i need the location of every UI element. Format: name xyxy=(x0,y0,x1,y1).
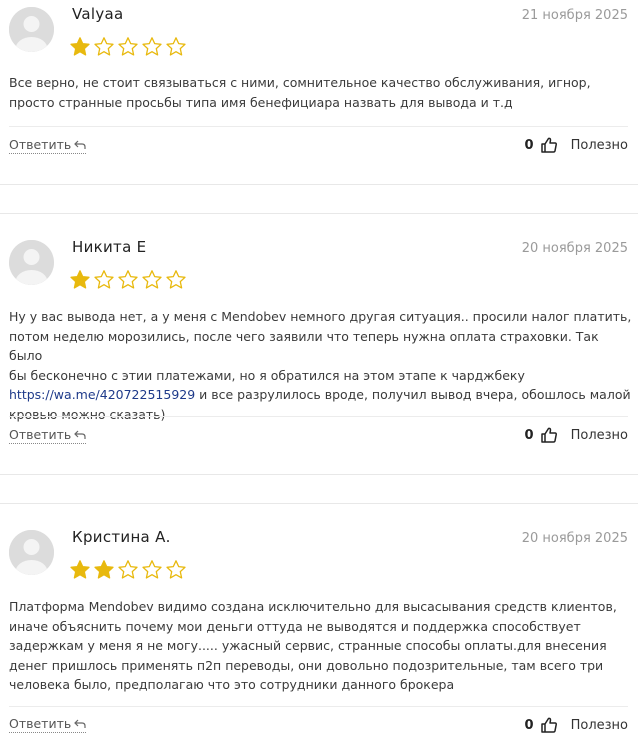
review-link[interactable]: https://wa.me/420722515929 xyxy=(9,387,195,402)
useful-count: 0 xyxy=(524,717,534,733)
star-rating xyxy=(69,269,187,293)
reply-arrow-icon xyxy=(74,719,86,728)
review-text-line: потом неделю морозились, после чего заяв… xyxy=(9,328,599,364)
review-date: 21 ноября 2025 xyxy=(521,8,628,23)
useful-vote: 0 Полезно xyxy=(525,716,628,734)
useful-label[interactable]: Полезно xyxy=(571,138,628,153)
review-author: Никита Е xyxy=(72,238,147,256)
review-text-line: https://wa.me/420722515929 и все разрули… xyxy=(9,385,632,405)
star-filled-icon xyxy=(70,560,90,579)
review-text: Ну у вас вывода нет, а у меня с Mendobev… xyxy=(9,307,632,424)
user-placeholder-icon xyxy=(9,240,54,285)
review-text-line: иначе объяснить почему мои деньги оттуда… xyxy=(9,618,581,634)
reply-arrow-icon xyxy=(74,430,86,439)
star-filled-icon xyxy=(94,560,114,579)
review-date: 20 ноября 2025 xyxy=(521,531,628,546)
useful-count: 0 xyxy=(524,137,534,153)
review-date: 20 ноября 2025 xyxy=(521,241,628,256)
review-separator xyxy=(0,184,638,214)
star-empty-icon xyxy=(166,560,186,579)
star-filled-icon xyxy=(70,37,90,56)
avatar xyxy=(9,530,54,575)
user-placeholder-icon xyxy=(9,530,54,575)
useful-vote: 0 Полезно xyxy=(525,136,628,154)
star-empty-icon xyxy=(94,270,114,289)
reply-label: Ответить xyxy=(9,427,72,442)
star-empty-icon xyxy=(118,37,138,56)
star-empty-icon xyxy=(142,560,162,579)
review-text-line: человека было, предполагаю что это сотру… xyxy=(9,677,455,692)
review-card: Кристина А. 20 ноября 2025 Платформа Men… xyxy=(0,523,638,751)
reply-label: Ответить xyxy=(9,716,72,731)
reply-button[interactable]: Ответить xyxy=(9,427,87,444)
review-text-line: задержкам у меня я не могу..... ужасный … xyxy=(9,638,607,653)
star-empty-icon xyxy=(166,270,186,289)
star-empty-icon xyxy=(142,37,162,56)
star-empty-icon xyxy=(142,270,162,289)
review-text-line: Платформа Mendobev видимо создана исключ… xyxy=(9,599,617,614)
review-author: Valyaa xyxy=(72,5,124,23)
review-author: Кристина А. xyxy=(72,528,171,546)
review-text-line: Ну у вас вывода нет, а у меня с Mendobev… xyxy=(9,309,632,324)
review-card: Valyaa 21 ноября 2025 Все верно, не стои… xyxy=(0,0,638,185)
review-text-line: бы бесконечно с этии платежами, но я обр… xyxy=(9,367,525,383)
review-card: Никита Е 20 ноября 2025 Ну у вас вывода … xyxy=(0,233,638,475)
star-empty-icon xyxy=(166,37,186,56)
star-filled-icon xyxy=(70,270,90,289)
review-text: Платформа Mendobev видимо создана исключ… xyxy=(9,597,632,695)
divider xyxy=(9,416,628,417)
reply-arrow-icon xyxy=(74,140,86,149)
thumbs-up-icon[interactable] xyxy=(540,716,558,734)
thumbs-up-icon[interactable] xyxy=(540,426,558,444)
avatar xyxy=(9,240,54,285)
reply-button[interactable]: Ответить xyxy=(9,137,87,154)
useful-label[interactable]: Полезно xyxy=(571,428,628,443)
review-text-line: Все верно, не стоит связываться с ними, … xyxy=(9,75,591,90)
review-text-line: денег пришлось применять п2п переводы, о… xyxy=(9,657,604,673)
star-empty-icon xyxy=(94,37,114,56)
thumbs-up-icon[interactable] xyxy=(540,136,558,154)
reply-label: Ответить xyxy=(9,137,72,152)
divider xyxy=(9,706,628,707)
review-text-line: просто странные просьбы типа имя бенефиц… xyxy=(9,94,513,110)
star-rating xyxy=(69,36,187,60)
star-empty-icon xyxy=(118,560,138,579)
useful-count: 0 xyxy=(524,427,534,443)
useful-vote: 0 Полезно xyxy=(525,426,628,444)
reply-button[interactable]: Ответить xyxy=(9,716,87,733)
review-text-fragment: и все разрулилось вроде, получил вывод в… xyxy=(195,387,631,402)
avatar xyxy=(9,7,54,52)
useful-label[interactable]: Полезно xyxy=(571,718,628,733)
review-text: Все верно, не стоит связываться с ними, … xyxy=(9,73,632,112)
user-placeholder-icon xyxy=(9,7,54,52)
divider xyxy=(9,126,628,127)
review-separator xyxy=(0,474,638,504)
review-text-line: кровью можно сказать) xyxy=(9,406,166,422)
star-rating xyxy=(69,559,187,583)
star-empty-icon xyxy=(118,270,138,289)
